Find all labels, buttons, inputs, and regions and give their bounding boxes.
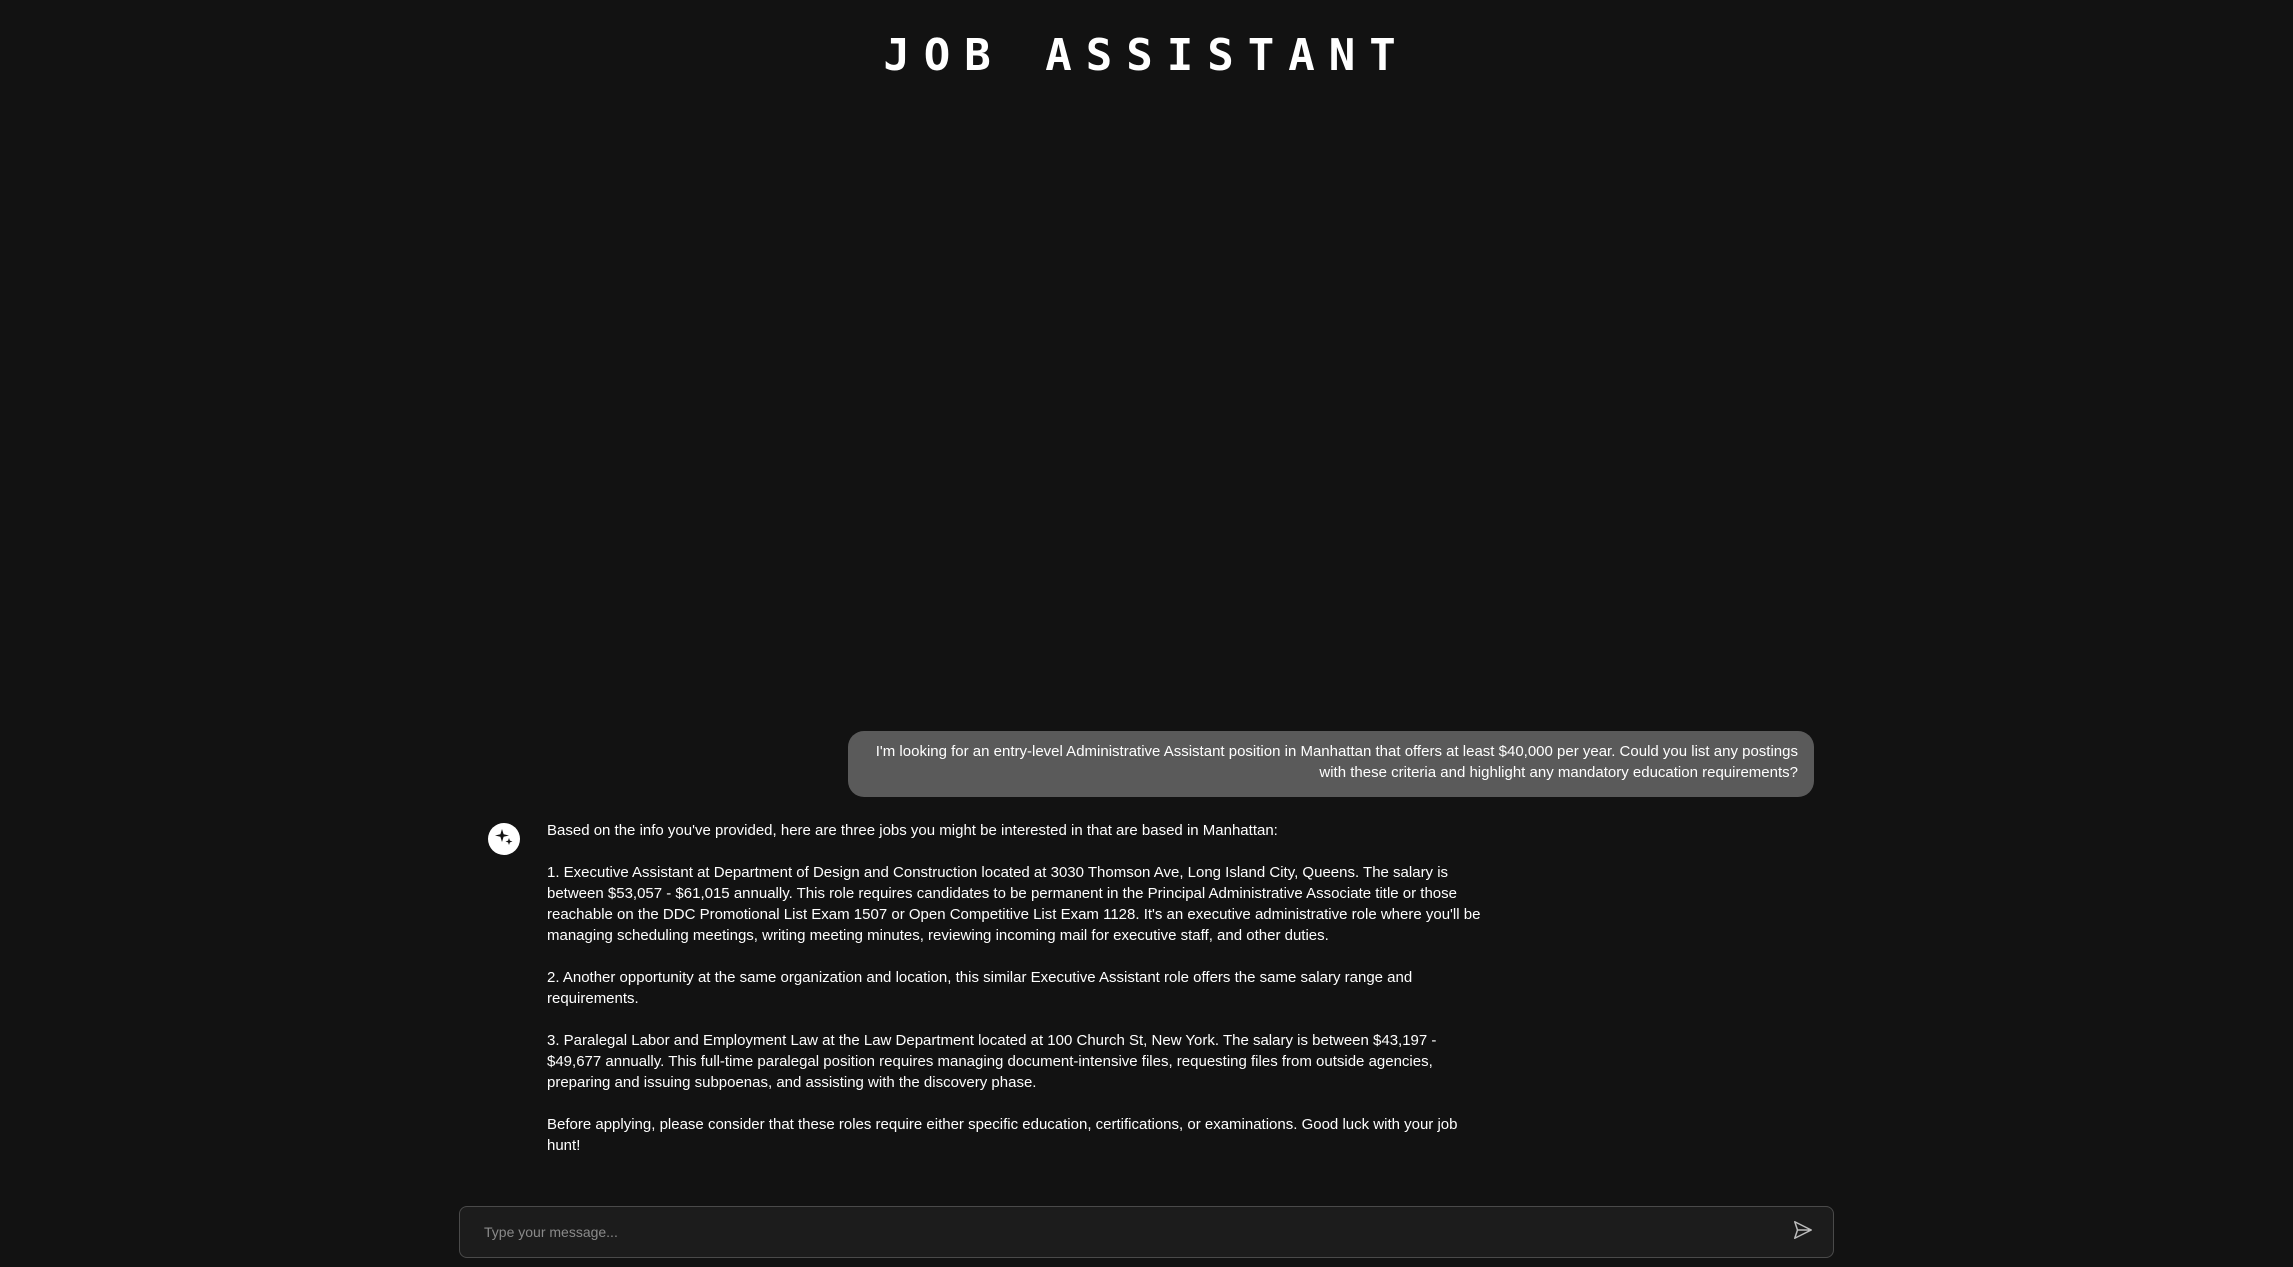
assistant-paragraph: 2. Another opportunity at the same organ… xyxy=(547,969,1413,1007)
message-input[interactable] xyxy=(460,1207,1773,1257)
app-title: JOB ASSISTANT xyxy=(883,30,1410,81)
user-message-text: I'm looking for an entry-level Administr… xyxy=(875,743,1798,781)
assistant-paragraph: Before applying, please consider that th… xyxy=(547,1116,1458,1154)
chat-app: JOB ASSISTANT I'm looking for an entry-l… xyxy=(0,0,2293,1267)
send-button[interactable] xyxy=(1773,1207,1833,1257)
assistant-paragraph: 1. Executive Assistant at Department of … xyxy=(547,864,1481,944)
assistant-message-text: Based on the info you've provided, here … xyxy=(547,820,1487,1156)
user-message-bubble: I'm looking for an entry-level Administr… xyxy=(848,731,1814,797)
assistant-paragraph: Based on the info you've provided, here … xyxy=(547,822,1278,839)
send-icon xyxy=(1792,1219,1814,1246)
message-composer xyxy=(459,1206,1834,1258)
sparkle-icon xyxy=(494,827,514,852)
assistant-paragraph: 3. Paralegal Labor and Employment Law at… xyxy=(547,1032,1437,1091)
assistant-avatar xyxy=(488,823,520,855)
